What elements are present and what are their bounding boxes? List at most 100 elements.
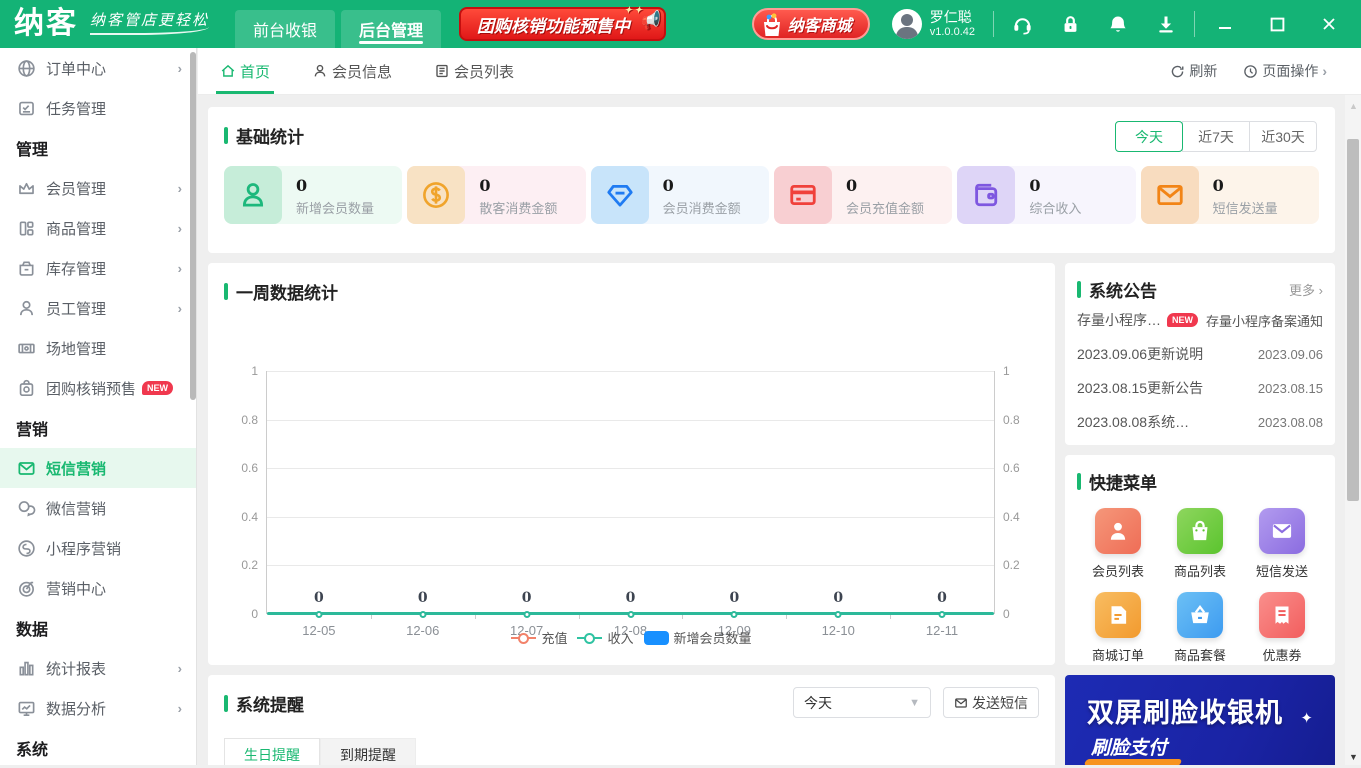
sidebar-scrollbar[interactable] [190,52,196,400]
promo-banner[interactable]: 团购核销功能预售中 📢 ✦ ✦ [459,7,666,41]
sidebar-item-staff-management[interactable]: 员工管理› [0,288,196,328]
data-point[interactable] [731,611,738,618]
maximize-button[interactable] [1269,16,1285,32]
customer-service-icon[interactable] [1012,14,1033,35]
sidebar-item-inventory-management[interactable]: 库存管理› [0,248,196,288]
ad-banner[interactable]: 双屏刷脸收银机 刷脸支付 ✦ [1065,675,1335,765]
section-accent-bar [1077,473,1081,490]
stat-value: 0 [1213,174,1278,198]
sidebar-item-label: 员工管理 [46,298,106,319]
scrollbar-thumb[interactable] [1347,139,1359,501]
quick-menu-goods-list[interactable]: 商品列表 [1159,508,1241,580]
tab-member-list[interactable]: 会员列表 [434,48,514,94]
announcement-row[interactable]: 2023.09.06更新说明 2023.09.06 [1077,338,1323,370]
page-operations-button[interactable]: 页面操作 › [1243,61,1327,81]
reminder-date-select[interactable]: 今天 ▼ [793,687,931,718]
date-range-group: 今天 近7天 近30天 [1116,121,1317,152]
y-axis-tick: 0.4 [241,510,258,524]
groupbuy-icon [16,378,36,398]
sidebar-item-venue-management[interactable]: 场地管理 [0,328,196,368]
send-sms-button[interactable]: 发送短信 [943,687,1039,718]
point-label: 0 [314,590,324,606]
minimize-button[interactable] [1217,16,1233,32]
quick-menu-package[interactable]: 商品套餐 [1159,592,1241,664]
goods-list-icon [1177,508,1223,554]
legend-recharge[interactable]: 充值 [511,628,567,647]
refresh-icon [1170,64,1185,79]
person-icon [312,63,328,79]
download-icon[interactable] [1156,14,1176,35]
legend-income[interactable]: 收入 [577,628,633,647]
sidebar-item-sms-marketing[interactable]: 短信营销 [0,448,196,488]
scroll-down-icon[interactable]: ▼ [1349,752,1358,762]
quick-menu-sms-send[interactable]: 短信发送 [1241,508,1323,580]
point-label: 0 [418,590,428,606]
sidebar-item-groupbuy-presale[interactable]: 团购核销预售 NEW [0,368,196,408]
member-icon [224,166,282,224]
stat-card-new-members: 0新增会员数量 [224,166,402,224]
quick-menu-mall-order[interactable]: 商城订单 [1077,592,1159,664]
quick-menu-title: 快捷菜单 [1089,469,1157,494]
goods-icon [16,218,36,238]
data-point[interactable] [939,611,946,618]
stat-label: 新增会员数量 [296,198,374,217]
line-chart: 1 0.8 0.6 0.4 0.2 0 1 0.8 0.6 0.4 0.2 0 … [266,371,995,614]
tab-member-info[interactable]: 会员信息 [312,48,392,94]
announcement-row[interactable]: 2023.08.08系统… 2023.08.08 [1077,406,1323,438]
close-button[interactable] [1321,16,1337,32]
y-axis-tick: 0.6 [1003,461,1020,475]
sidebar-item-member-management[interactable]: 会员管理› [0,168,196,208]
diamond-icon [591,166,649,224]
range-button-30days[interactable]: 近30天 [1249,121,1317,152]
announcement-row[interactable]: 2023.08.15更新公告 2023.08.15 [1077,372,1323,404]
sidebar-item-miniapp-marketing[interactable]: 小程序营销 [0,528,196,568]
sidebar-item-goods-management[interactable]: 商品管理› [0,208,196,248]
quick-menu-coupon[interactable]: 优惠券 [1241,592,1323,664]
divider [1194,11,1195,37]
sidebar-item-wechat-marketing[interactable]: 微信营销 [0,488,196,528]
mall-badge[interactable]: 纳客商城 [752,8,870,40]
member-list-icon [1095,508,1141,554]
crown-icon [16,178,36,198]
section-accent-bar [224,695,228,712]
stat-card-member-spend: 0会员消费金额 [591,166,769,224]
tab-birthday-reminder[interactable]: 生日提醒 [224,738,320,765]
range-button-today[interactable]: 今天 [1115,121,1183,152]
tab-home[interactable]: 首页 [220,48,270,94]
data-point[interactable] [419,611,426,618]
stat-label: 散客消费金额 [479,198,557,217]
lock-icon[interactable] [1061,14,1080,35]
sidebar-item-label: 短信营销 [46,458,106,479]
sparkle-icon: ✦ ✦ [624,5,642,16]
more-link[interactable]: 更多 › [1289,280,1323,299]
legend-new-members[interactable]: 新增会员数量 [644,628,752,647]
sidebar-item-marketing-center[interactable]: 营销中心 [0,568,196,608]
stat-card-member-recharge: 0会员充值金额 [774,166,952,224]
quick-menu-member-list[interactable]: 会员列表 [1077,508,1159,580]
sidebar: 订单中心› 任务管理 管理 会员管理› 商品管理› 库存管理› 员工管理› 场地… [0,48,197,765]
sms-send-icon [1259,508,1305,554]
data-point[interactable] [627,611,634,618]
stat-label: 综合收入 [1029,198,1081,217]
wechat-icon [16,498,36,518]
tab-expiry-reminder[interactable]: 到期提醒 [320,738,416,765]
refresh-button[interactable]: 刷新 [1170,61,1217,81]
range-button-7days[interactable]: 近7天 [1182,121,1250,152]
announcement-row[interactable]: 存量小程序… NEW 存量小程序备案通知 [1077,304,1323,336]
data-point[interactable] [835,611,842,618]
scroll-up-icon[interactable]: ▲ [1349,101,1358,111]
data-point[interactable] [523,611,530,618]
data-point[interactable] [315,611,322,618]
user-box[interactable]: 罗仁聪 v1.0.0.42 [892,9,975,39]
sidebar-item-order-center[interactable]: 订单中心› [0,48,196,88]
stat-label: 会员充值金额 [846,198,924,217]
sidebar-item-task-management[interactable]: 任务管理 [0,88,196,128]
nav-tab-admin[interactable]: 后台管理 [341,10,441,48]
sidebar-item-data-analysis[interactable]: 数据分析› [0,688,196,728]
window-scrollbar[interactable]: ▲ ▼ [1345,95,1361,765]
bell-icon[interactable] [1108,14,1128,35]
sidebar-item-statistics-report[interactable]: 统计报表› [0,648,196,688]
y-axis-tick: 0.2 [1003,558,1020,572]
nav-tab-cashier[interactable]: 前台收银 [235,10,335,48]
point-label: 0 [626,590,636,606]
